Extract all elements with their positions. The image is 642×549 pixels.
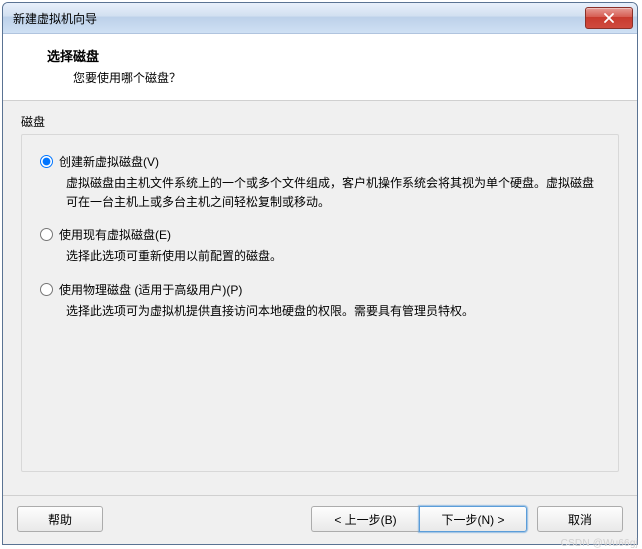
option-physical-row[interactable]: 使用物理磁盘 (适用于高级用户)(P) (40, 281, 604, 298)
option-create-label: 创建新虚拟磁盘(V) (59, 153, 159, 170)
option-existing-row[interactable]: 使用现有虚拟磁盘(E) (40, 226, 604, 243)
nav-button-group: < 上一步(B) 下一步(N) > (311, 506, 527, 532)
radio-use-existing-disk[interactable] (40, 228, 53, 241)
back-button[interactable]: < 上一步(B) (311, 506, 419, 532)
next-button[interactable]: 下一步(N) > (419, 506, 527, 532)
option-create-new-disk: 创建新虚拟磁盘(V) 虚拟磁盘由主机文件系统上的一个或多个文件组成，客户机操作系… (40, 153, 604, 212)
page-subtitle: 您要使用哪个磁盘？ (73, 69, 617, 86)
watermark: CSDN @Wu66gj (561, 538, 638, 549)
option-existing-desc: 选择此选项可重新使用以前配置的磁盘。 (66, 247, 602, 266)
radio-create-new-disk[interactable] (40, 155, 53, 168)
help-button[interactable]: 帮助 (17, 506, 103, 532)
window-title: 新建虚拟机向导 (13, 10, 585, 27)
option-physical-label: 使用物理磁盘 (适用于高级用户)(P) (59, 281, 242, 298)
option-existing-label: 使用现有虚拟磁盘(E) (59, 226, 171, 243)
content-area: 磁盘 创建新虚拟磁盘(V) 虚拟磁盘由主机文件系统上的一个或多个文件组成，客户机… (3, 101, 637, 495)
page-title: 选择磁盘 (47, 46, 617, 65)
option-use-physical-disk: 使用物理磁盘 (适用于高级用户)(P) 选择此选项可为虚拟机提供直接访问本地硬盘… (40, 281, 604, 321)
close-icon (604, 13, 614, 23)
close-button[interactable] (585, 7, 633, 29)
option-create-desc: 虚拟磁盘由主机文件系统上的一个或多个文件组成，客户机操作系统会将其视为单个硬盘。… (66, 174, 602, 212)
group-label: 磁盘 (21, 113, 619, 130)
disk-group: 创建新虚拟磁盘(V) 虚拟磁盘由主机文件系统上的一个或多个文件组成，客户机操作系… (21, 134, 619, 472)
wizard-header: 选择磁盘 您要使用哪个磁盘？ (3, 34, 637, 101)
option-create-row[interactable]: 创建新虚拟磁盘(V) (40, 153, 604, 170)
option-use-existing-disk: 使用现有虚拟磁盘(E) 选择此选项可重新使用以前配置的磁盘。 (40, 226, 604, 266)
titlebar: 新建虚拟机向导 (3, 3, 637, 34)
cancel-button[interactable]: 取消 (537, 506, 623, 532)
wizard-footer: 帮助 < 上一步(B) 下一步(N) > 取消 (3, 495, 637, 544)
radio-use-physical-disk[interactable] (40, 283, 53, 296)
wizard-window: 新建虚拟机向导 选择磁盘 您要使用哪个磁盘？ 磁盘 创建新虚拟磁盘(V) 虚拟磁… (2, 2, 638, 545)
option-physical-desc: 选择此选项可为虚拟机提供直接访问本地硬盘的权限。需要具有管理员特权。 (66, 302, 602, 321)
